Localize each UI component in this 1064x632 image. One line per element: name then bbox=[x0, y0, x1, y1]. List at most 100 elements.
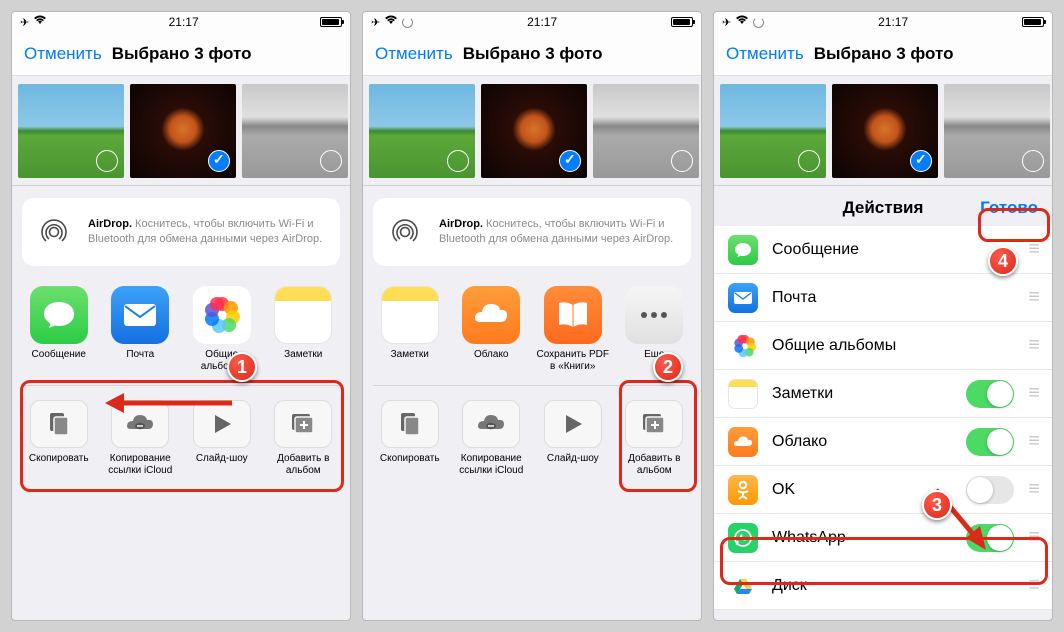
row-disk[interactable]: Диск ≡ bbox=[714, 562, 1052, 610]
app-books[interactable]: Сохранить PDF в «Книги» bbox=[536, 286, 610, 373]
action-add-album[interactable]: Добавить в альбом bbox=[618, 400, 692, 477]
action-label: Скопировать bbox=[29, 453, 89, 477]
airplane-mode-icon: ✈ bbox=[722, 16, 731, 29]
thumb-2[interactable] bbox=[832, 84, 938, 178]
thumb-1[interactable] bbox=[720, 84, 826, 178]
phone-screen-1: ✈ 21:17 Отменить Выбрано 3 фото AirDrop.… bbox=[11, 11, 351, 621]
select-circle[interactable] bbox=[320, 150, 342, 172]
app-messages[interactable]: Сообщение bbox=[22, 286, 96, 373]
action-copy[interactable]: Скопировать bbox=[22, 400, 96, 477]
select-circle-checked[interactable] bbox=[208, 150, 230, 172]
add-album-icon bbox=[274, 400, 332, 448]
app-label: Облако bbox=[474, 349, 509, 373]
select-circle-checked[interactable] bbox=[910, 150, 932, 172]
action-icloud-link[interactable]: Копирование ссылки iCloud bbox=[455, 400, 529, 477]
airdrop-icon bbox=[383, 210, 427, 254]
select-circle-checked[interactable] bbox=[559, 150, 581, 172]
select-circle[interactable] bbox=[447, 150, 469, 172]
activities-list: Сообщение ≡ Почта ≡ Общие альбомы ≡ Заме… bbox=[714, 226, 1052, 610]
thumb-2[interactable] bbox=[481, 84, 587, 178]
row-whatsapp[interactable]: WhatsApp ≡ bbox=[714, 514, 1052, 562]
app-notes[interactable]: Заметки bbox=[267, 286, 341, 373]
app-mail[interactable]: Почта bbox=[104, 286, 178, 373]
cancel-button[interactable]: Отменить bbox=[375, 44, 453, 64]
divider bbox=[373, 385, 691, 386]
share-app-row[interactable]: Заметки Облако Сохранить PDF в «Книги» Е… bbox=[363, 278, 701, 379]
app-label: Заметки bbox=[284, 349, 322, 373]
app-cloud[interactable]: Облако bbox=[455, 286, 529, 373]
callout-2: 2 bbox=[653, 352, 683, 382]
messages-icon bbox=[30, 286, 88, 344]
airdrop-text: AirDrop. Коснитесь, чтобы включить Wi-Fi… bbox=[439, 217, 681, 247]
thumb-3[interactable] bbox=[242, 84, 348, 178]
row-shared-albums[interactable]: Общие альбомы ≡ bbox=[714, 322, 1052, 370]
action-copy[interactable]: Скопировать bbox=[373, 400, 447, 477]
select-circle[interactable] bbox=[671, 150, 693, 172]
preview-row[interactable] bbox=[12, 76, 350, 186]
add-album-icon bbox=[625, 400, 683, 448]
nav-title: Выбрано 3 фото bbox=[112, 44, 252, 64]
thumb-1[interactable] bbox=[18, 84, 124, 178]
row-label: Почта bbox=[772, 289, 1028, 307]
drag-handle-icon[interactable]: ≡ bbox=[1028, 526, 1038, 549]
messages-icon bbox=[728, 235, 758, 265]
drag-handle-icon[interactable]: ≡ bbox=[1028, 430, 1038, 453]
ok-icon bbox=[728, 475, 758, 505]
row-label: Облако bbox=[772, 433, 966, 451]
airdrop-icon bbox=[32, 210, 76, 254]
drag-handle-icon[interactable]: ≡ bbox=[1028, 286, 1038, 309]
whatsapp-icon bbox=[728, 523, 758, 553]
drag-handle-icon[interactable]: ≡ bbox=[1028, 574, 1038, 597]
play-icon bbox=[544, 400, 602, 448]
action-label: Слайд-шоу bbox=[547, 453, 599, 477]
preview-row[interactable] bbox=[714, 76, 1052, 186]
thumb-2[interactable] bbox=[130, 84, 236, 178]
cancel-button[interactable]: Отменить bbox=[24, 44, 102, 64]
row-cloud[interactable]: Облако ≡ bbox=[714, 418, 1052, 466]
toggle-switch[interactable] bbox=[966, 380, 1014, 408]
cancel-button[interactable]: Отменить bbox=[726, 44, 804, 64]
share-app-row[interactable]: Сообщение Почта Общие альбомы Заметки bbox=[12, 278, 350, 379]
row-ok[interactable]: OK ≡ bbox=[714, 466, 1052, 514]
thumb-3[interactable] bbox=[593, 84, 699, 178]
action-add-album[interactable]: Добавить в альбом bbox=[267, 400, 341, 477]
toggle-switch[interactable] bbox=[966, 428, 1014, 456]
photos-icon bbox=[728, 331, 758, 361]
airdrop-panel[interactable]: AirDrop. Коснитесь, чтобы включить Wi-Fi… bbox=[22, 198, 340, 266]
action-slideshow[interactable]: Слайд-шоу bbox=[536, 400, 610, 477]
cloud-icon bbox=[728, 427, 758, 457]
select-circle[interactable] bbox=[1022, 150, 1044, 172]
wifi-icon bbox=[735, 15, 749, 28]
battery-icon bbox=[1022, 17, 1044, 27]
select-circle[interactable] bbox=[798, 150, 820, 172]
drag-handle-icon[interactable]: ≡ bbox=[1028, 382, 1038, 405]
drive-icon bbox=[728, 571, 758, 601]
divider bbox=[22, 385, 340, 386]
notes-icon bbox=[274, 286, 332, 344]
app-notes[interactable]: Заметки bbox=[373, 286, 447, 373]
activities-title: Действия bbox=[843, 198, 924, 218]
done-button[interactable]: Готово bbox=[980, 198, 1038, 218]
action-row[interactable]: Скопировать Копирование ссылки iCloud Сл… bbox=[363, 392, 701, 483]
notes-icon bbox=[728, 379, 758, 409]
action-label: Скопировать bbox=[380, 453, 440, 477]
thumb-3[interactable] bbox=[944, 84, 1050, 178]
cloud-icon bbox=[462, 286, 520, 344]
app-label: Сообщение bbox=[32, 349, 86, 373]
drag-handle-icon[interactable]: ≡ bbox=[1028, 478, 1038, 501]
nav-bar: Отменить Выбрано 3 фото bbox=[12, 32, 350, 76]
drag-handle-icon[interactable]: ≡ bbox=[1028, 238, 1038, 261]
airdrop-panel[interactable]: AirDrop. Коснитесь, чтобы включить Wi-Fi… bbox=[373, 198, 691, 266]
thumb-1[interactable] bbox=[369, 84, 475, 178]
photos-icon bbox=[193, 286, 251, 344]
row-mail[interactable]: Почта ≡ bbox=[714, 274, 1052, 322]
preview-row[interactable] bbox=[363, 76, 701, 186]
select-circle[interactable] bbox=[96, 150, 118, 172]
books-icon bbox=[544, 286, 602, 344]
status-bar: ✈ 21:17 bbox=[363, 12, 701, 32]
row-notes[interactable]: Заметки ≡ bbox=[714, 370, 1052, 418]
app-label: Заметки bbox=[391, 349, 429, 373]
callout-1: 1 bbox=[227, 352, 257, 382]
nav-title: Выбрано 3 фото bbox=[814, 44, 954, 64]
drag-handle-icon[interactable]: ≡ bbox=[1028, 334, 1038, 357]
